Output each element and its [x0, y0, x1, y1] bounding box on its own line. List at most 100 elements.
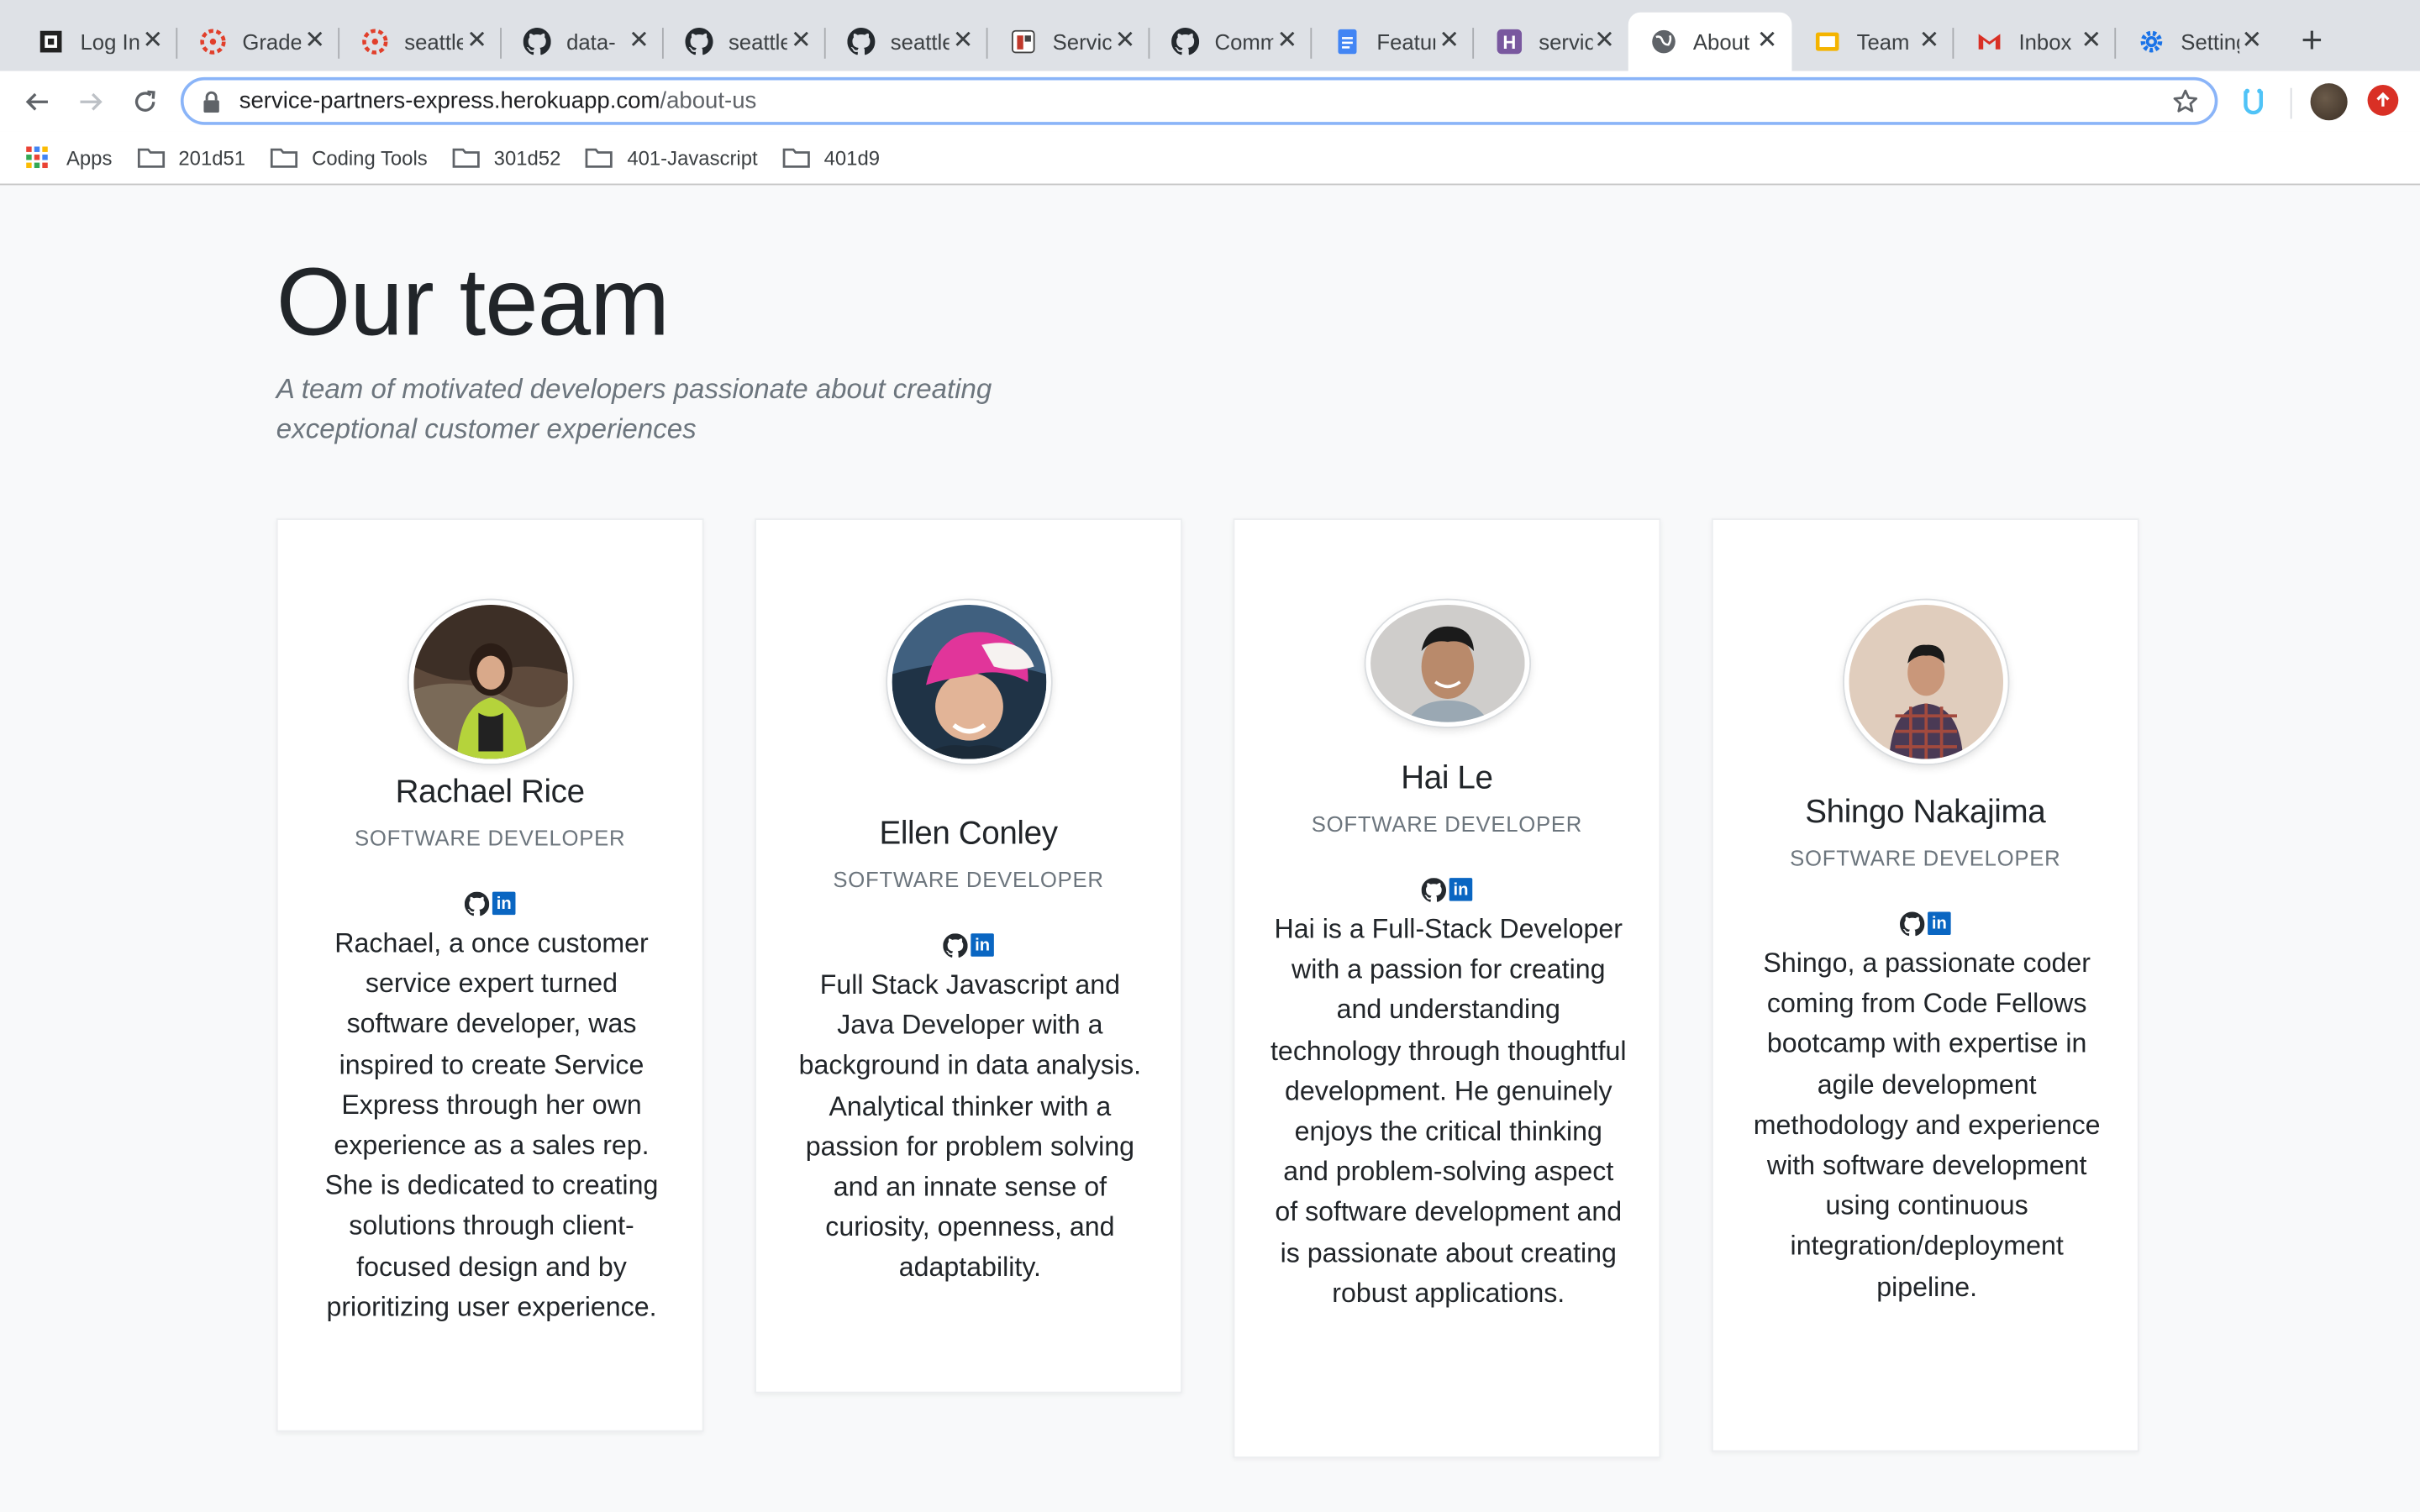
github-icon[interactable] [943, 933, 968, 958]
avatar [1365, 600, 1529, 727]
extension-icon[interactable] [2239, 87, 2267, 118]
folder-icon [137, 146, 165, 168]
new-tab-button[interactable]: + [2293, 20, 2330, 62]
canvas-icon [361, 28, 389, 55]
tab-title: Grades [242, 29, 301, 55]
apps-grid-icon [24, 146, 52, 169]
tab-seattle-canvas[interactable]: seattle ✕ [339, 13, 502, 71]
member-bio: Rachael, a once customer service expert … [324, 927, 659, 1322]
folder-icon [452, 146, 480, 168]
close-tab-icon[interactable]: ✕ [789, 29, 813, 54]
tab-title: Comm [1214, 29, 1274, 55]
tab-title: Settings [2181, 29, 2239, 55]
avatar [1843, 600, 2007, 764]
tab-title: data- [566, 29, 616, 55]
close-tab-icon[interactable]: ✕ [465, 29, 489, 54]
tab-comm[interactable]: Comm ✕ [1150, 13, 1313, 71]
tab-title: Service [1052, 29, 1112, 55]
team-member-card: Shingo Nakajima SOFTWARE DEVELOPER in Sh… [1711, 518, 2139, 1452]
linkedin-icon[interactable]: in [971, 933, 994, 957]
github-icon [1171, 28, 1200, 55]
tab-title: About [1692, 29, 1750, 55]
tab-settings[interactable]: Settings ✕ [2116, 13, 2276, 71]
reload-icon [134, 90, 155, 112]
back-button[interactable] [15, 81, 58, 123]
github-icon[interactable] [1421, 878, 1447, 902]
tab-title: service [1539, 29, 1593, 55]
bookmark-folder-401-javascript[interactable]: 401-Javascript [586, 145, 758, 170]
avatar [408, 600, 572, 764]
linkedin-icon[interactable]: in [492, 891, 516, 916]
linkedin-icon[interactable]: in [1449, 878, 1473, 901]
bookmark-folder-coding-tools[interactable]: Coding Tools [270, 146, 428, 169]
close-tab-icon[interactable]: ✕ [1113, 29, 1137, 54]
bookmark-folder-301d52[interactable]: 301d52 [452, 145, 561, 170]
linkedin-icon[interactable]: in [1928, 911, 1951, 936]
svg-text:H: H [1502, 32, 1516, 53]
member-name: Ellen Conley [879, 816, 1058, 852]
tab-features[interactable]: Features ✕ [1312, 13, 1475, 71]
bookmark-label: 301d52 [493, 145, 561, 170]
app-icon [1009, 28, 1037, 55]
bookmark-star-icon[interactable] [2171, 88, 2199, 116]
member-name: Shingo Nakajima [1805, 794, 2046, 831]
bookmark-apps[interactable]: Apps [24, 146, 112, 169]
close-tab-icon[interactable]: ✕ [627, 29, 651, 54]
member-bio: Hai is a Full-Stack Developer with a pas… [1270, 913, 1627, 1309]
tab-log-in[interactable]: Log In ✕ [15, 13, 178, 71]
profile-avatar[interactable] [2310, 83, 2348, 121]
close-tab-icon[interactable]: ✕ [1593, 29, 1616, 54]
address-bar[interactable]: service-partners-express.herokuapp.com/a… [180, 76, 2218, 125]
tab-team[interactable]: Team ✕ [1791, 13, 1954, 71]
close-tab-icon[interactable]: ✕ [1917, 29, 1941, 54]
tab-title: Features [1376, 29, 1435, 55]
tab-seattle-github-1[interactable]: seattle ✕ [664, 13, 826, 71]
close-tab-icon[interactable]: ✕ [140, 29, 165, 54]
github-icon[interactable] [464, 891, 490, 916]
tab-service-heroku[interactable]: H service ✕ [1474, 13, 1628, 71]
url-host: service-partners-express.herokuapp.com [239, 87, 660, 114]
social-links: in [464, 891, 516, 916]
close-tab-icon[interactable]: ✕ [2079, 29, 2103, 54]
about-us-page: Our team A team of motivated developers … [0, 186, 2420, 1512]
page-title: Our team [276, 249, 670, 357]
update-button[interactable] [2367, 85, 2399, 116]
member-role: SOFTWARE DEVELOPER [833, 867, 1104, 892]
close-tab-icon[interactable]: ✕ [1437, 29, 1461, 54]
close-tab-icon[interactable]: ✕ [302, 29, 327, 54]
google-docs-icon [1334, 28, 1361, 55]
tab-inbox[interactable]: Inbox ✕ [1954, 13, 2117, 71]
tab-service[interactable]: Service ✕ [988, 13, 1150, 71]
github-icon[interactable] [1900, 911, 1925, 937]
social-links: in [1899, 911, 1951, 937]
tab-data[interactable]: data- ✕ [502, 13, 664, 71]
tab-title: Team [1856, 29, 1910, 55]
tab-title: Inbox [2018, 29, 2072, 55]
team-member-card: Ellen Conley SOFTWARE DEVELOPER in Full … [755, 518, 1182, 1394]
bookmark-label: 201d51 [178, 145, 246, 170]
bookmark-folder-201d51[interactable]: 201d51 [137, 145, 246, 170]
member-role: SOFTWARE DEVELOPER [354, 825, 626, 851]
bookmarks-bar: Apps 201d51 Coding Tools 301d52 401-Java… [0, 131, 2420, 186]
close-tab-icon[interactable]: ✕ [1275, 29, 1299, 54]
member-role: SOFTWARE DEVELOPER [1790, 845, 2061, 870]
page-subtitle: A team of motivated developers passionat… [276, 373, 992, 444]
github-icon [685, 28, 713, 55]
close-tab-icon[interactable]: ✕ [950, 29, 975, 54]
gmail-icon [1975, 28, 2003, 55]
tab-about[interactable]: About ✕ [1628, 12, 1792, 71]
forward-button[interactable] [70, 81, 113, 123]
github-icon [847, 28, 876, 55]
bookmark-folder-401d9[interactable]: 401d9 [782, 146, 880, 169]
folder-icon [586, 146, 613, 168]
reload-button[interactable] [124, 81, 166, 123]
canvas-icon [199, 28, 227, 55]
toolbar-divider [2290, 87, 2292, 119]
tab-strip: Log In ✕ Grades ✕ seattle ✕ data- ✕ seat… [0, 0, 2420, 71]
bookmark-label: 401-Javascript [627, 145, 758, 170]
close-tab-icon[interactable]: ✕ [2239, 29, 2264, 54]
url-path: /about-us [660, 87, 757, 114]
tab-grades[interactable]: Grades ✕ [177, 13, 340, 71]
close-tab-icon[interactable]: ✕ [1754, 29, 1779, 54]
tab-seattle-github-2[interactable]: seattle ✕ [826, 13, 988, 71]
